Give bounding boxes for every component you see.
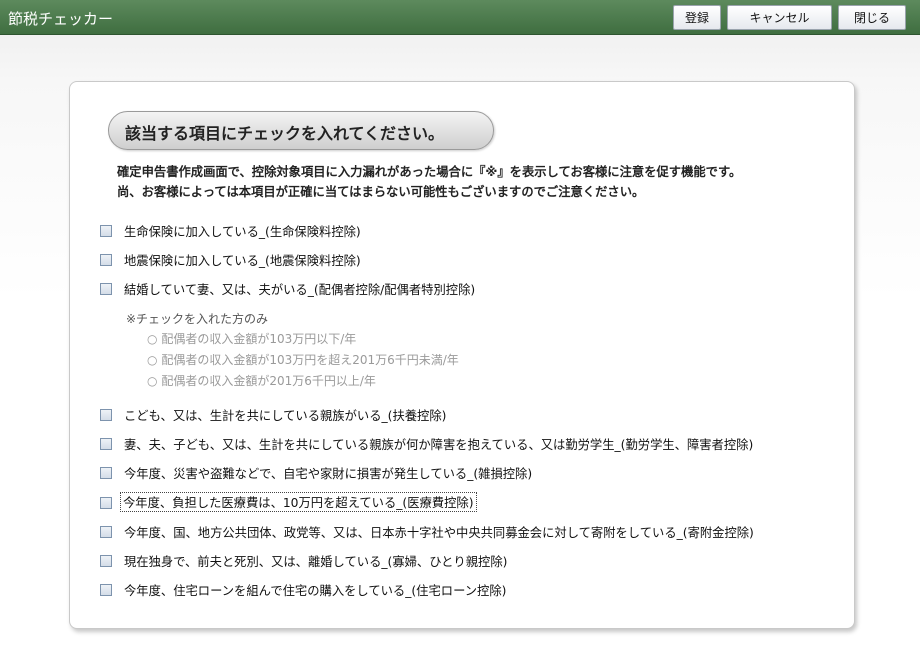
- housing-loan-label[interactable]: 今年度、住宅ローンを組んで住宅の購入をしている_(住宅ローン控除): [124, 581, 506, 599]
- donation-checkbox[interactable]: [100, 526, 112, 538]
- casualty-loss-label[interactable]: 今年度、災害や盗難などで、自宅や家財に損害が発生している_(雑損控除): [124, 464, 532, 482]
- spouse-income-option-1: ○ 配偶者の収入金額が103万円以下/年: [147, 330, 356, 347]
- medical-expense-label[interactable]: 今年度、負担した医療費は、10万円を超えている_(医療費控除): [120, 492, 477, 512]
- disability-checkbox[interactable]: [100, 438, 112, 450]
- life-insurance-label[interactable]: 生命保険に加入している_(生命保険料控除): [124, 222, 361, 240]
- spouse-note: ※チェックを入れた方のみ: [126, 312, 269, 326]
- spouse-income-option-2: ○ 配偶者の収入金額が103万円を超え201万6千円未満/年: [147, 351, 459, 368]
- page-heading: 該当する項目にチェックを入れてください。: [125, 124, 445, 143]
- radio-icon: ○: [147, 353, 158, 367]
- medical-expense-checkbox[interactable]: [100, 497, 112, 509]
- casualty-loss-checkbox[interactable]: [100, 467, 112, 479]
- cancel-button[interactable]: キャンセル: [727, 5, 832, 30]
- dependents-checkbox[interactable]: [100, 409, 112, 421]
- register-button[interactable]: 登録: [673, 5, 721, 30]
- app-title: 節税チェッカー: [8, 10, 114, 28]
- widow-single-parent-checkbox[interactable]: [100, 555, 112, 567]
- donation-label[interactable]: 今年度、国、地方公共団体、政党等、又は、日本赤十字社や中央共同募金会に対して寄附…: [124, 523, 754, 541]
- radio-icon: ○: [147, 332, 158, 346]
- spouse-income-option-label: 配偶者の収入金額が201万6千円以上/年: [161, 374, 376, 388]
- earthquake-insurance-checkbox[interactable]: [100, 254, 112, 266]
- widow-single-parent-label[interactable]: 現在独身で、前夫と死別、又は、離婚している_(寡婦、ひとり親控除): [124, 552, 507, 570]
- earthquake-insurance-label[interactable]: 地震保険に加入している_(地震保険料控除): [124, 251, 361, 269]
- spouse-label[interactable]: 結婚していて妻、又は、夫がいる_(配偶者控除/配偶者特別控除): [124, 280, 475, 298]
- housing-loan-checkbox[interactable]: [100, 584, 112, 596]
- spouse-income-option-label: 配偶者の収入金額が103万円以下/年: [161, 332, 357, 346]
- spouse-checkbox[interactable]: [100, 283, 112, 295]
- life-insurance-checkbox[interactable]: [100, 225, 112, 237]
- radio-icon: ○: [147, 374, 158, 388]
- spouse-income-option-3: ○ 配偶者の収入金額が201万6千円以上/年: [147, 372, 376, 389]
- description-line-1: 確定申告書作成画面で、控除対象項目に入力漏れがあった場合に『※』を表示してお客様…: [117, 165, 742, 179]
- dependents-label[interactable]: こども、又は、生計を共にしている親族がいる_(扶養控除): [124, 406, 446, 424]
- close-button[interactable]: 閉じる: [838, 5, 906, 30]
- description-line-2: 尚、お客様によっては本項目が正確に当てはまらない可能性もございますのでご注意くだ…: [117, 185, 645, 199]
- disability-label[interactable]: 妻、夫、子ども、又は、生計を共にしている親族が何か障害を抱えている、又は勤労学生…: [124, 435, 753, 453]
- spouse-income-option-label: 配偶者の収入金額が103万円を超え201万6千円未満/年: [161, 353, 459, 367]
